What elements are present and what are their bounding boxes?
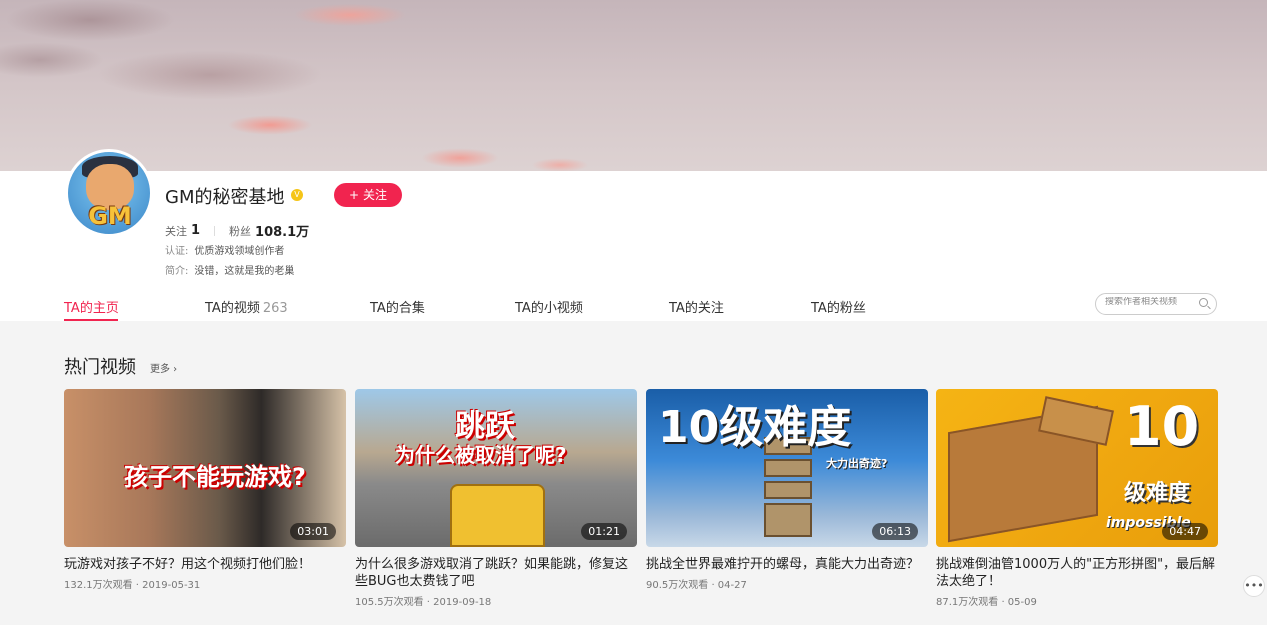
video-title[interactable]: 挑战全世界最难拧开的螺母，真能大力出奇迹？ <box>646 556 928 573</box>
thumbnail-caption: 孩子不能玩游戏? <box>124 457 306 492</box>
video-card: 10级难度 大力出奇迹? 06:13 挑战全世界最难拧开的螺母，真能大力出奇迹？… <box>646 389 928 591</box>
tab-fans-label: TA的粉丝 <box>811 301 866 316</box>
thumbnail-caption: 10级难度 <box>658 391 851 455</box>
video-title[interactable]: 为什么很多游戏取消了跳跃？如果能跳，修复这些BUG也太费钱了吧 <box>355 556 637 590</box>
thumbnail-caption: 10 <box>1124 395 1199 458</box>
avatar-logo-text: GM <box>80 202 140 230</box>
tab-collections[interactable]: TA的合集 <box>370 297 425 316</box>
video-thumbnail[interactable]: 10 级难度 impossible 04:47 <box>936 389 1218 547</box>
video-duration: 03:01 <box>290 523 336 540</box>
tab-videos-count: 263 <box>263 301 288 316</box>
taxi-graphic <box>450 484 545 547</box>
fans-count[interactable]: 108.1万 <box>255 221 309 240</box>
nut-graphic <box>764 459 812 477</box>
cert-value: 优质游戏领域创作者 <box>194 246 284 257</box>
certification: 认证: 优质游戏领域创作者 <box>165 242 284 257</box>
follow-label: 关注 <box>363 188 387 202</box>
tab-short-videos-label: TA的小视频 <box>515 301 583 316</box>
stats-divider <box>214 226 215 236</box>
intro-label: 简介: <box>165 266 188 277</box>
plus-icon: + <box>349 188 359 202</box>
video-card: 孩子不能玩游戏? 03:01 玩游戏对孩子不好？用这个视频打他们脸！ 132.1… <box>64 389 346 591</box>
video-thumbnail[interactable]: 10级难度 大力出奇迹? 06:13 <box>646 389 928 547</box>
thumbnail-subcaption: 级难度 <box>1124 475 1190 507</box>
video-duration: 01:21 <box>581 523 627 540</box>
tab-home[interactable]: TA的主页 <box>64 297 119 316</box>
following-count[interactable]: 1 <box>191 223 200 238</box>
tab-collections-label: TA的合集 <box>370 301 425 316</box>
video-stats: 90.5万次观看 · 04-27 <box>646 576 928 591</box>
more-link[interactable]: 更多 › <box>150 360 177 375</box>
tab-videos-label: TA的视频 <box>205 301 260 316</box>
nut-graphic <box>764 503 812 537</box>
tab-fans[interactable]: TA的粉丝 <box>811 297 866 316</box>
tab-home-label: TA的主页 <box>64 301 119 316</box>
video-duration: 06:13 <box>872 523 918 540</box>
thumbnail-subcaption: 大力出奇迹? <box>826 455 887 471</box>
tab-videos[interactable]: TA的视频263 <box>205 297 288 316</box>
chat-icon[interactable]: ••• <box>1243 575 1265 597</box>
intro: 简介: 没错，这就是我的老巢 <box>165 262 294 277</box>
intro-value: 没错，这就是我的老巢 <box>194 266 294 277</box>
follow-button[interactable]: + 关注 <box>334 183 402 207</box>
active-tab-indicator <box>64 319 118 321</box>
tab-following-label: TA的关注 <box>669 301 724 316</box>
video-card: 10 级难度 impossible 04:47 挑战难倒油管1000万人的"正方… <box>936 389 1218 608</box>
video-duration: 04:47 <box>1162 523 1208 540</box>
video-stats: 132.1万次观看 · 2019-05-31 <box>64 576 346 591</box>
video-title[interactable]: 挑战难倒油管1000万人的"正方形拼图"，最后解法太绝了！ <box>936 556 1218 590</box>
nut-graphic <box>764 481 812 499</box>
video-card: 跳跃 为什么被取消了呢? 01:21 为什么很多游戏取消了跳跃？如果能跳，修复这… <box>355 389 637 608</box>
thumbnail-subcaption: 为什么被取消了呢? <box>395 439 567 468</box>
following-label: 关注 <box>165 223 187 239</box>
video-stats: 105.5万次观看 · 2019-09-18 <box>355 593 637 608</box>
verified-badge-icon: V <box>291 189 303 201</box>
video-title[interactable]: 玩游戏对孩子不好？用这个视频打他们脸！ <box>64 556 346 573</box>
channel-banner <box>0 0 1267 171</box>
channel-stats: 关注 1 粉丝 108.1万 <box>165 221 309 240</box>
cert-label: 认证: <box>165 246 188 257</box>
tab-short-videos[interactable]: TA的小视频 <box>515 297 583 316</box>
channel-tabs: TA的主页 TA的视频263 TA的合集 TA的小视频 TA的关注 TA的粉丝 <box>0 290 1267 321</box>
video-thumbnail[interactable]: 孩子不能玩游戏? 03:01 <box>64 389 346 547</box>
search-icon[interactable] <box>1199 298 1208 307</box>
author-video-search <box>1095 293 1217 315</box>
section-title: 热门视频 <box>64 353 136 379</box>
fans-label: 粉丝 <box>229 223 251 239</box>
video-stats: 87.1万次观看 · 05-09 <box>936 593 1218 608</box>
channel-name: GM的秘密基地 <box>165 183 284 209</box>
avatar[interactable]: GM <box>65 149 153 237</box>
video-thumbnail[interactable]: 跳跃 为什么被取消了呢? 01:21 <box>355 389 637 547</box>
search-input[interactable] <box>1105 297 1200 307</box>
tab-following[interactable]: TA的关注 <box>669 297 724 316</box>
